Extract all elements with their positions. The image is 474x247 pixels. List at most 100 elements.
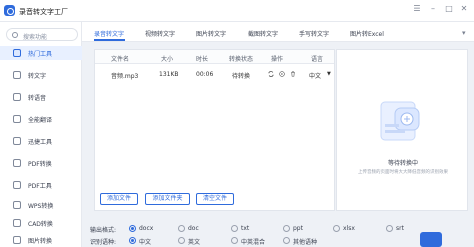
radio-label-mixed: 中英混合 (241, 239, 266, 246)
radio-other[interactable] (283, 237, 290, 244)
pdf-icon (13, 159, 21, 167)
file-list-panel: 文件名 大小 时长 转换状态 操作 语言 音频.mp3 131KB 00:06 … (94, 49, 335, 211)
app-title: 录音转文字工厂 (19, 8, 68, 16)
sidebar: 搜索功能 热门工具 转文字 转语音 全能翻译 迅捷工具 PDF转换 PDF工具 … (0, 22, 82, 247)
radio-label-txt: txt (241, 225, 250, 232)
output-format-label: 输出格式: (90, 227, 117, 234)
column-header-filename: 文件名 (111, 56, 130, 63)
column-header-size: 大小 (161, 56, 174, 63)
radio-label-english: 英文 (188, 239, 201, 246)
sidebar-item-label: 迅捷工具 (28, 139, 53, 146)
wps-icon (13, 201, 21, 209)
file-status: 待转换 (232, 73, 251, 80)
column-header-actions: 操作 (271, 56, 284, 63)
preview-hint: 上传音频的页面时将大大降低音频的识别效果 (358, 170, 448, 175)
minimize-icon[interactable]: – (428, 4, 438, 13)
speaker-icon (13, 93, 21, 101)
sidebar-item-image-convert[interactable]: 图片转换 (0, 233, 82, 247)
radio-label-chinese: 中文 (139, 239, 152, 246)
sidebar-item-label: 转语音 (28, 95, 47, 102)
start-convert-button[interactable] (420, 232, 442, 247)
translate-icon (13, 115, 21, 123)
tabs-more-icon[interactable]: ▾ (462, 29, 466, 37)
tool-tabs: 录音转文字 视频转文字 图片转文字 截图转文字 手写转文字 图片转Excel (82, 22, 474, 42)
radio-label-docx: docx (139, 225, 154, 232)
app-logo-icon (4, 5, 15, 16)
radio-label-srt: srt (396, 225, 404, 232)
tab-screenshot-to-text[interactable]: 截图转文字 (248, 29, 278, 38)
preview-status: 等待转换中 (387, 160, 418, 167)
sidebar-item-label: 全能翻译 (28, 117, 53, 124)
play-icon[interactable] (279, 71, 285, 77)
sidebar-item-label: PDF工具 (28, 183, 52, 190)
radio-srt[interactable] (386, 225, 393, 232)
sidebar-item-pdf-tools[interactable]: PDF工具 (0, 178, 82, 192)
sidebar-item-translate[interactable]: 全能翻译 (0, 112, 82, 126)
table-row[interactable]: 音频.mp3 131KB 00:06 待转换 中文 ▼ (95, 67, 334, 81)
file-name: 音频.mp3 (111, 73, 139, 80)
radio-ppt[interactable] (283, 225, 290, 232)
column-header-status: 转换状态 (229, 56, 254, 63)
clear-list-button[interactable]: 清空文件 (196, 193, 234, 205)
radio-chinese[interactable] (129, 237, 136, 244)
search-icon (12, 32, 18, 38)
tab-audio-to-text[interactable]: 录音转文字 (94, 29, 124, 38)
sidebar-item-to-speech[interactable]: 转语音 (0, 90, 82, 104)
close-icon[interactable]: ✕ (459, 4, 469, 13)
table-header: 文件名 大小 时长 转换状态 操作 语言 (95, 50, 334, 64)
radio-label-ppt: ppt (293, 225, 303, 232)
tab-image-to-excel[interactable]: 图片转Excel (350, 29, 384, 38)
sidebar-item-label: 转文字 (28, 73, 47, 80)
sidebar-item-tools[interactable]: 迅捷工具 (0, 134, 82, 148)
file-size: 131KB (159, 71, 179, 78)
column-header-duration: 时长 (196, 56, 209, 63)
sidebar-item-to-text[interactable]: 转文字 (0, 68, 82, 82)
add-folder-button[interactable]: 添加文件夹 (145, 193, 190, 205)
title-bar: 录音转文字工厂 ☰ – □ ✕ (0, 0, 474, 22)
image-icon (13, 236, 21, 244)
search-input[interactable]: 搜索功能 (6, 28, 78, 41)
radio-label-xlsx: xlsx (343, 225, 355, 232)
text-icon (13, 71, 21, 79)
sidebar-item-wps-convert[interactable]: WPS转换 (0, 198, 82, 212)
radio-doc[interactable] (178, 225, 185, 232)
output-format-row: 输出格式: docx doc txt ppt xlsx srt (90, 222, 470, 234)
add-file-button[interactable]: 添加文件 (100, 193, 138, 205)
search-placeholder: 搜索功能 (23, 34, 48, 41)
preview-panel: 等待转换中 上传音频的页面时将大大降低音频的识别效果 (336, 49, 468, 211)
column-header-language: 语言 (311, 56, 324, 63)
menu-icon[interactable]: ☰ (412, 4, 422, 13)
sidebar-item-label: CAD转换 (28, 221, 53, 228)
waiting-illustration-icon (380, 101, 420, 141)
maximize-icon[interactable]: □ (444, 4, 454, 13)
active-tab-indicator (94, 39, 125, 41)
file-duration: 00:06 (196, 71, 214, 78)
cad-icon (13, 219, 21, 227)
radio-english[interactable] (178, 237, 185, 244)
radio-txt[interactable] (231, 225, 238, 232)
recognition-language-row: 识别语种: 中文 英文 中英混合 其他语种 (90, 234, 470, 246)
pdf-tools-icon (13, 181, 21, 189)
fire-icon (13, 49, 21, 57)
sidebar-item-label: 热门工具 (28, 51, 53, 58)
tools-icon (13, 137, 21, 145)
tab-handwriting-to-text[interactable]: 手写转文字 (299, 29, 329, 38)
delete-icon[interactable] (290, 71, 296, 77)
sidebar-item-label: 图片转换 (28, 238, 53, 245)
language-select[interactable]: 中文 (309, 71, 321, 80)
convert-icon[interactable] (268, 71, 274, 77)
chevron-down-icon[interactable]: ▼ (327, 71, 331, 77)
tab-video-to-text[interactable]: 视频转文字 (145, 29, 175, 38)
sidebar-item-hot-tools[interactable]: 热门工具 (0, 46, 82, 60)
tab-image-to-text[interactable]: 图片转文字 (196, 29, 226, 38)
radio-xlsx[interactable] (333, 225, 340, 232)
radio-mixed[interactable] (231, 237, 238, 244)
sidebar-item-label: WPS转换 (28, 203, 54, 210)
recognition-language-label: 识别语种: (90, 239, 117, 246)
sidebar-item-label: PDF转换 (28, 161, 52, 168)
radio-label-doc: doc (188, 225, 199, 232)
radio-label-other: 其他语种 (293, 239, 318, 246)
sidebar-item-cad-convert[interactable]: CAD转换 (0, 216, 82, 230)
sidebar-item-pdf-convert[interactable]: PDF转换 (0, 156, 82, 170)
radio-docx[interactable] (129, 225, 136, 232)
